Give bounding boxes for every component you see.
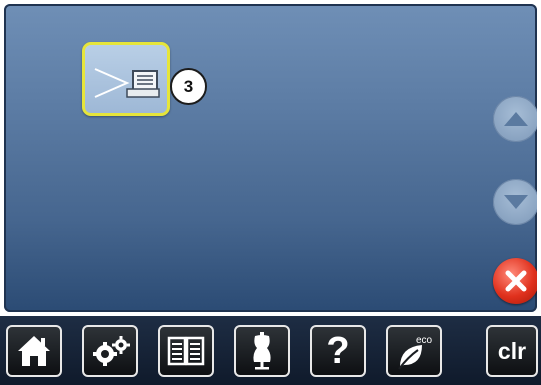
home-button[interactable] (6, 325, 62, 377)
clear-label: clr (497, 337, 527, 364)
threading-program-icon (94, 68, 160, 98)
bottom-toolbar: ? eco clr (0, 316, 541, 385)
manual-book-icon (167, 336, 205, 366)
settings-gears-icon (93, 336, 130, 366)
program-tile[interactable] (82, 42, 170, 116)
help-button[interactable]: ? (310, 325, 366, 377)
close-icon (505, 270, 527, 292)
settings-button[interactable] (82, 325, 138, 377)
home-icon (18, 336, 50, 366)
clear-button[interactable]: clr (486, 325, 538, 377)
manual-button[interactable] (158, 325, 214, 377)
help-icon: ? (326, 330, 350, 372)
count-badge: 3 (170, 68, 207, 105)
eco-button[interactable]: eco (386, 325, 442, 377)
eco-label: eco (416, 335, 433, 346)
arrow-down-icon (504, 195, 528, 209)
scroll-up-button[interactable] (493, 96, 537, 142)
close-button[interactable] (493, 258, 537, 304)
dress-form-icon (253, 332, 271, 370)
sewing-consultant-button[interactable] (234, 325, 290, 377)
arrow-up-icon (504, 112, 528, 126)
scroll-down-button[interactable] (493, 179, 537, 225)
main-screen: 3 (4, 4, 537, 312)
